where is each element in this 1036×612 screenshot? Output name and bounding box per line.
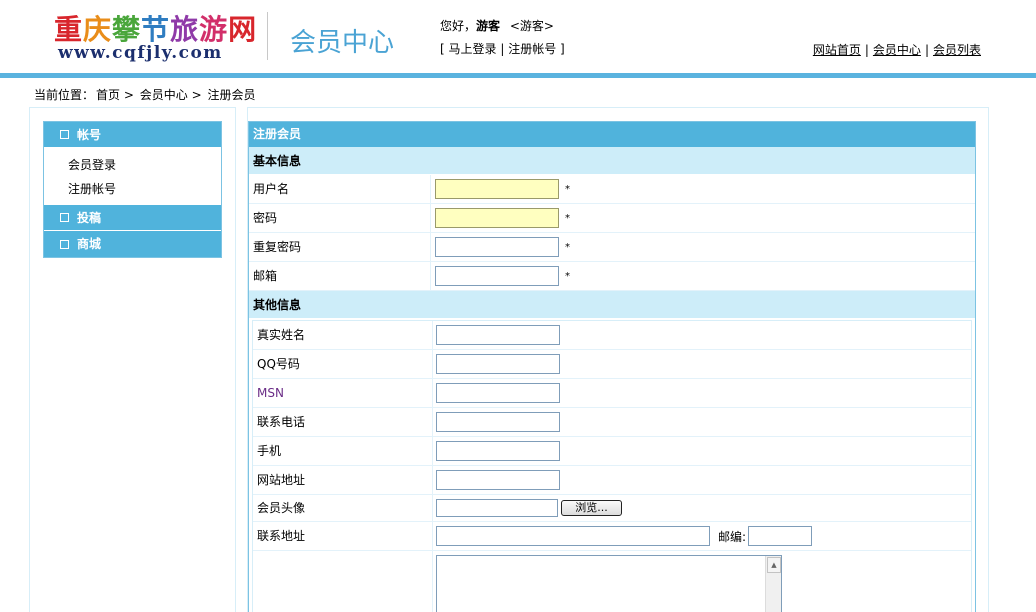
- qq-input[interactable]: [436, 354, 560, 374]
- nav-member-list[interactable]: 会员列表: [933, 43, 981, 57]
- form-row-mobile: 手机: [253, 437, 971, 466]
- sidebar-container: 帐号 会员登录 注册帐号 投稿 商城: [29, 107, 236, 612]
- form-row-username: 用户名 *: [249, 175, 975, 204]
- nav-home[interactable]: 网站首页: [813, 43, 861, 57]
- form-row-avatar: 会员头像 浏览...: [253, 495, 971, 522]
- mobile-input[interactable]: [436, 441, 560, 461]
- sidebar-section-submit[interactable]: 投稿: [44, 205, 221, 231]
- textarea-scrollbar[interactable]: ▲: [765, 556, 781, 612]
- greeting-role: <游客>: [509, 19, 554, 33]
- header-blue-bar: [0, 73, 1036, 78]
- greeting-username: 游客: [476, 19, 501, 33]
- avatar-label: 会员头像: [253, 495, 433, 521]
- site-logo[interactable]: 重庆攀节旅游网 www.cqfjly.com: [44, 8, 260, 66]
- form-row-email: 邮箱 *: [249, 262, 975, 291]
- intro-textarea[interactable]: ▲: [436, 555, 782, 612]
- form-row-textarea: ▲: [253, 551, 971, 612]
- address-input[interactable]: [436, 526, 710, 546]
- other-info-table: 真实姓名 QQ号码 MSN 联系电话 手机 网站地址 会员头像 浏览... 联系…: [252, 320, 972, 612]
- password-label: 密码: [249, 204, 431, 232]
- sidebar-menu: 帐号 会员登录 注册帐号 投稿 商城: [43, 121, 222, 258]
- email-label: 邮箱: [249, 262, 431, 290]
- required-mark: *: [565, 212, 570, 224]
- breadcrumb-member-center[interactable]: 会员中心: [140, 88, 188, 102]
- phone-input[interactable]: [436, 412, 560, 432]
- form-row-confirm-password: 重复密码 *: [249, 233, 975, 262]
- nav-member-center[interactable]: 会员中心: [873, 43, 921, 57]
- required-mark: *: [565, 241, 570, 253]
- main-content: 注册会员 基本信息 用户名 * 密码 * 重复密码 * 邮箱 * 其他信息 真实…: [247, 107, 989, 612]
- logo-chinese-text: 重庆攀节旅游网: [54, 13, 258, 46]
- website-label: 网站地址: [253, 466, 433, 494]
- confirm-password-input[interactable]: [435, 237, 559, 257]
- form-row-website: 网站地址: [253, 466, 971, 495]
- form-row-msn: MSN: [253, 379, 971, 408]
- form-title: 注册会员: [249, 122, 975, 147]
- phone-label: 联系电话: [253, 408, 433, 436]
- qq-label: QQ号码: [253, 350, 433, 378]
- member-center-title: 会员中心: [290, 28, 395, 58]
- square-bullet-icon: [60, 239, 69, 249]
- square-bullet-icon: [60, 213, 69, 222]
- form-row-real-name: 真实姓名: [253, 321, 971, 350]
- msn-input[interactable]: [436, 383, 560, 403]
- sidebar-account-items: 会员登录 注册帐号: [44, 148, 221, 205]
- logo-url-text: www.cqfjly.com: [58, 43, 223, 63]
- register-form: 注册会员 基本信息 用户名 * 密码 * 重复密码 * 邮箱 * 其他信息 真实…: [248, 121, 976, 612]
- header-divider: [267, 12, 268, 60]
- site-header: 重庆攀节旅游网 www.cqfjly.com 会员中心 您好，游客 <游客> […: [0, 0, 1036, 73]
- user-greeting: 您好，游客 <游客>: [440, 19, 554, 33]
- zip-label: 邮编:: [718, 529, 747, 544]
- other-info-heading: 其他信息: [249, 291, 975, 319]
- top-nav: 网站首页 | 会员中心 | 会员列表: [812, 43, 981, 57]
- real-name-label: 真实姓名: [253, 321, 433, 349]
- confirm-password-label: 重复密码: [249, 233, 431, 261]
- user-links: [ 马上登录 | 注册帐号 ]: [440, 42, 565, 56]
- form-row-phone: 联系电话: [253, 408, 971, 437]
- password-input[interactable]: [435, 208, 559, 228]
- avatar-file-input[interactable]: [436, 499, 558, 517]
- register-link[interactable]: 注册帐号: [508, 42, 556, 56]
- website-input[interactable]: [436, 470, 560, 490]
- required-mark: *: [565, 270, 570, 282]
- address-label: 联系地址: [253, 522, 433, 550]
- breadcrumb-home[interactable]: 首页: [96, 88, 120, 102]
- browse-button[interactable]: 浏览...: [561, 500, 622, 516]
- sidebar-item-member-login[interactable]: 会员登录: [68, 158, 116, 172]
- form-row-qq: QQ号码: [253, 350, 971, 379]
- msn-label: MSN: [253, 379, 433, 407]
- email-input[interactable]: [435, 266, 559, 286]
- form-row-password: 密码 *: [249, 204, 975, 233]
- mobile-label: 手机: [253, 437, 433, 465]
- square-bullet-icon: [60, 130, 69, 139]
- username-label: 用户名: [249, 175, 431, 203]
- username-input[interactable]: [435, 179, 559, 199]
- required-mark: *: [565, 183, 570, 195]
- scroll-up-arrow-icon[interactable]: ▲: [767, 557, 781, 573]
- sidebar-section-account[interactable]: 帐号: [44, 122, 221, 148]
- login-link[interactable]: 马上登录: [449, 42, 497, 56]
- breadcrumb: 当前位置： 首页 > 会员中心 > 注册会员: [34, 88, 256, 102]
- zip-input[interactable]: [748, 526, 813, 546]
- sidebar-item-register[interactable]: 注册帐号: [68, 182, 116, 196]
- sidebar-section-shop[interactable]: 商城: [44, 231, 221, 257]
- form-row-address: 联系地址 邮编:: [253, 522, 971, 551]
- breadcrumb-current: 注册会员: [207, 88, 256, 102]
- real-name-input[interactable]: [436, 325, 560, 345]
- basic-info-heading: 基本信息: [249, 147, 975, 175]
